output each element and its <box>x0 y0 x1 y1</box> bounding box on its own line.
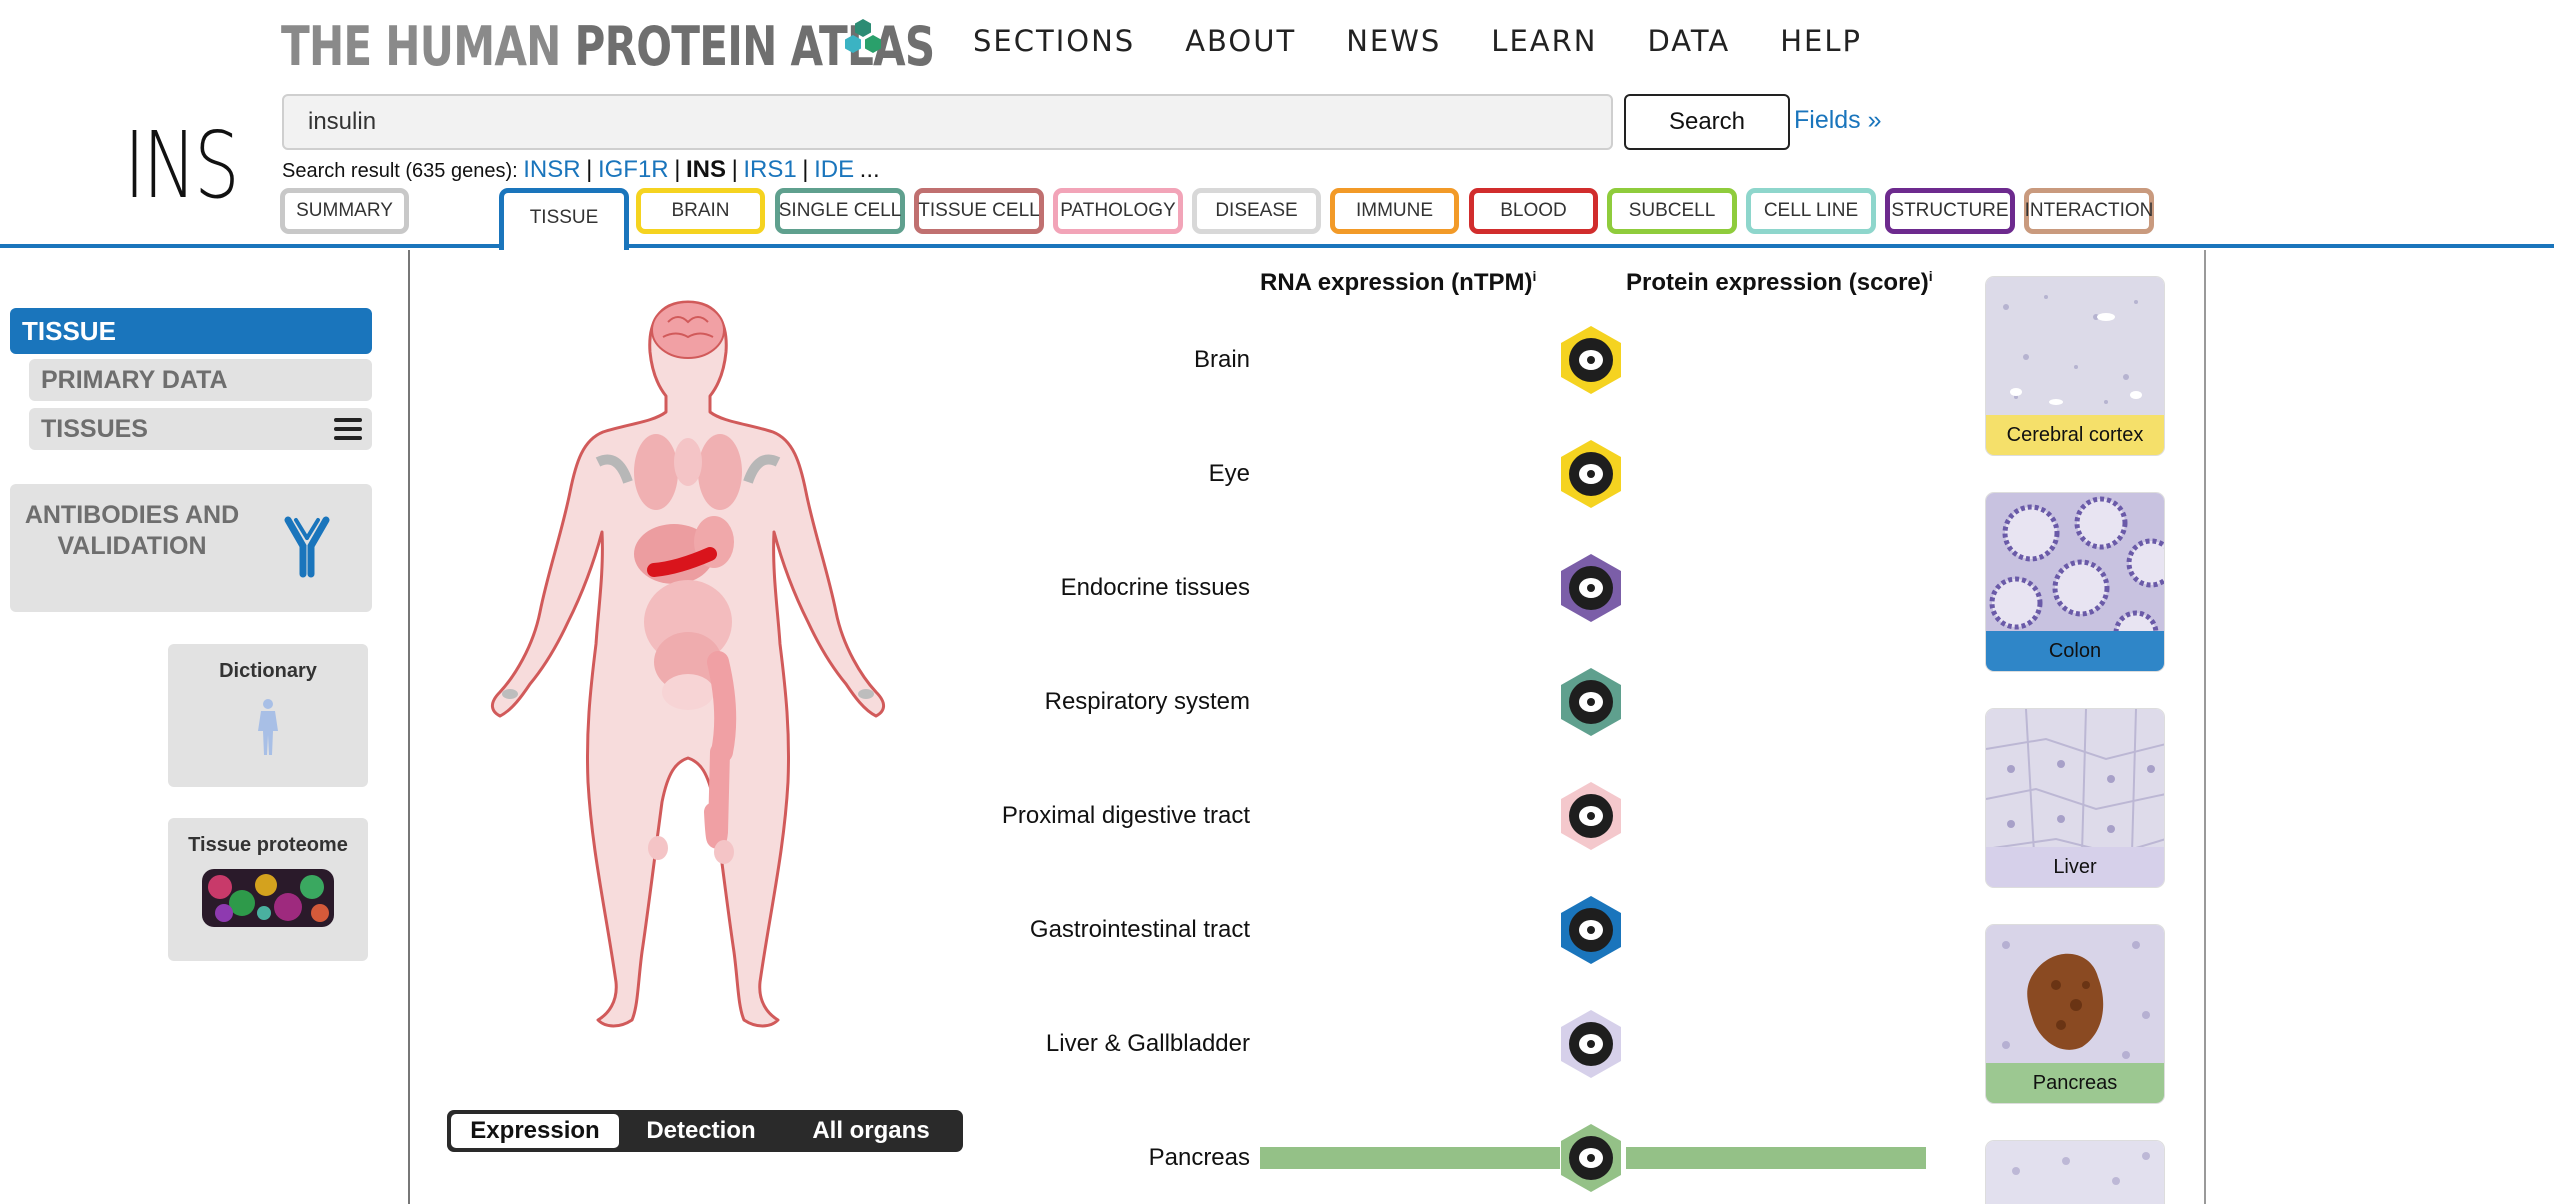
sidebar-tissue-header[interactable]: TISSUE <box>10 308 372 354</box>
organ-label[interactable]: Pancreas <box>1149 1144 1250 1172</box>
tab-immune[interactable]: IMMUNE <box>1330 188 1459 234</box>
nav-news[interactable]: NEWS <box>1346 24 1441 58</box>
protein-expression-bar[interactable] <box>1626 1147 1926 1169</box>
thyroid-icon[interactable] <box>1558 552 1624 624</box>
organ-label[interactable]: Liver & Gallbladder <box>1046 1030 1250 1058</box>
organ-label[interactable]: Proximal digestive tract <box>1002 802 1250 830</box>
stomach-icon[interactable] <box>1558 894 1624 966</box>
tab-disease[interactable]: DISEASE <box>1192 188 1321 234</box>
lungs-icon[interactable] <box>1558 666 1624 738</box>
view-toggle: Expression Detection All organs <box>447 1110 963 1152</box>
body-figure-icon <box>258 699 278 755</box>
human-body-illustration[interactable] <box>478 292 898 1042</box>
search-result-line: Search result (635 genes): INSR | IGF1R … <box>282 156 880 183</box>
organ-label[interactable]: Eye <box>1209 460 1250 488</box>
result-more[interactable]: ... <box>860 156 880 183</box>
fields-link[interactable]: Fields » <box>1794 106 1882 135</box>
nav-about[interactable]: ABOUT <box>1185 24 1296 58</box>
dictionary-card[interactable]: Dictionary <box>168 644 368 787</box>
sidebar-antibodies-validation[interactable]: ANTIBODIES AND VALIDATION <box>10 484 372 612</box>
organ-label[interactable]: Gastrointestinal tract <box>1030 916 1250 944</box>
logo-hexagons-icon <box>845 19 881 53</box>
thumbnail-pancreas[interactable]: Pancreas <box>1985 924 2165 1104</box>
nav-data[interactable]: DATA <box>1647 24 1730 58</box>
tab-subcell[interactable]: SUBCELL <box>1607 188 1737 234</box>
tab-summary[interactable]: SUMMARY <box>280 188 409 234</box>
thumbnail-liver[interactable]: Liver <box>1985 708 2165 888</box>
organ-label[interactable]: Brain <box>1194 346 1250 374</box>
result-gene-link[interactable]: INSR <box>523 156 580 183</box>
liver-icon[interactable] <box>1558 1008 1624 1080</box>
toggle-detection[interactable]: Detection <box>623 1114 779 1148</box>
rna-expression-header: RNA expression (nTPM)i <box>1260 268 1536 297</box>
sidebar-tissues-label: TISSUES <box>41 415 148 443</box>
tab-tissue[interactable]: TISSUE <box>499 188 629 250</box>
toggle-all-organs[interactable]: All organs <box>783 1114 959 1148</box>
tab-baseline <box>0 244 2554 248</box>
hamburger-menu-icon[interactable] <box>334 418 362 440</box>
thumbnail-cerebral-cortex[interactable]: Cerebral cortex <box>1985 276 2165 456</box>
gene-title: INS <box>124 112 240 219</box>
sidebar-primary-data[interactable]: PRIMARY DATA <box>29 359 372 401</box>
tab-pathology[interactable]: PATHOLOGY <box>1053 188 1183 234</box>
thumbnail-caption: Colon <box>1986 631 2164 671</box>
organ-label[interactable]: Respiratory system <box>1045 688 1250 716</box>
nav-sections[interactable]: SECTIONS <box>973 24 1135 58</box>
toggle-expression[interactable]: Expression <box>451 1114 619 1148</box>
result-gene-current: INS <box>686 156 727 183</box>
search-input[interactable] <box>282 94 1613 150</box>
search-result-count: Search result (635 genes): <box>282 160 518 182</box>
protein-expression-title: Protein expression (score) <box>1626 269 1929 296</box>
thumbnail-colon[interactable]: Colon <box>1985 492 2165 672</box>
dictionary-label: Dictionary <box>219 660 317 682</box>
tab-brain[interactable]: BRAIN <box>636 188 765 234</box>
content-left-border <box>408 250 410 1204</box>
search-button[interactable]: Search <box>1624 94 1790 150</box>
rna-expression-title: RNA expression (nTPM) <box>1260 269 1533 296</box>
brain-icon[interactable] <box>1558 324 1624 396</box>
organ-label[interactable]: Endocrine tissues <box>1061 574 1250 602</box>
antibodies-label: ANTIBODIES AND VALIDATION <box>24 501 240 560</box>
rna-info-icon[interactable]: i <box>1532 268 1536 284</box>
tab-structure[interactable]: STRUCTURE <box>1885 188 2015 234</box>
logo-text-the: THE HUMAN <box>281 14 575 78</box>
result-gene-link[interactable]: IGF1R <box>598 156 669 183</box>
tab-single-cell[interactable]: SINGLE CELL <box>775 188 905 234</box>
tab-tissue-cell[interactable]: TISSUE CELL <box>914 188 1044 234</box>
protein-expression-header: Protein expression (score)i <box>1626 268 1933 297</box>
next-tissue-image <box>1986 1141 2164 1204</box>
antibody-icon <box>284 516 330 578</box>
head-icon[interactable] <box>1558 780 1624 852</box>
eye-icon[interactable] <box>1558 438 1624 510</box>
tissue-proteome-label: Tissue proteome <box>188 834 348 856</box>
top-navigation: SECTIONS ABOUT NEWS LEARN DATA HELP <box>973 24 1912 58</box>
thumbnail-caption: Liver <box>1986 847 2164 887</box>
protein-info-icon[interactable]: i <box>1929 268 1933 284</box>
result-gene-link[interactable]: IRS1 <box>743 156 796 183</box>
content-right-border <box>2204 250 2206 1204</box>
tissue-proteome-card[interactable]: Tissue proteome <box>168 818 368 961</box>
thumbnail-caption: Cerebral cortex <box>1986 415 2164 455</box>
nav-learn[interactable]: LEARN <box>1491 24 1597 58</box>
thumbnail-caption: Pancreas <box>1986 1063 2164 1103</box>
thumbnail-next[interactable] <box>1985 1140 2165 1204</box>
tab-blood[interactable]: BLOOD <box>1469 188 1598 234</box>
tissue-proteome-image <box>202 869 334 927</box>
result-gene-link[interactable]: IDE <box>814 156 854 183</box>
sidebar-tissues[interactable]: TISSUES <box>29 408 372 450</box>
tab-cell-line[interactable]: CELL LINE <box>1746 188 1876 234</box>
tab-interaction[interactable]: INTERACTION <box>2024 188 2154 234</box>
rna-expression-bar[interactable] <box>1260 1147 1560 1169</box>
pancreas-icon[interactable] <box>1558 1122 1624 1194</box>
nav-help[interactable]: HELP <box>1780 24 1862 58</box>
